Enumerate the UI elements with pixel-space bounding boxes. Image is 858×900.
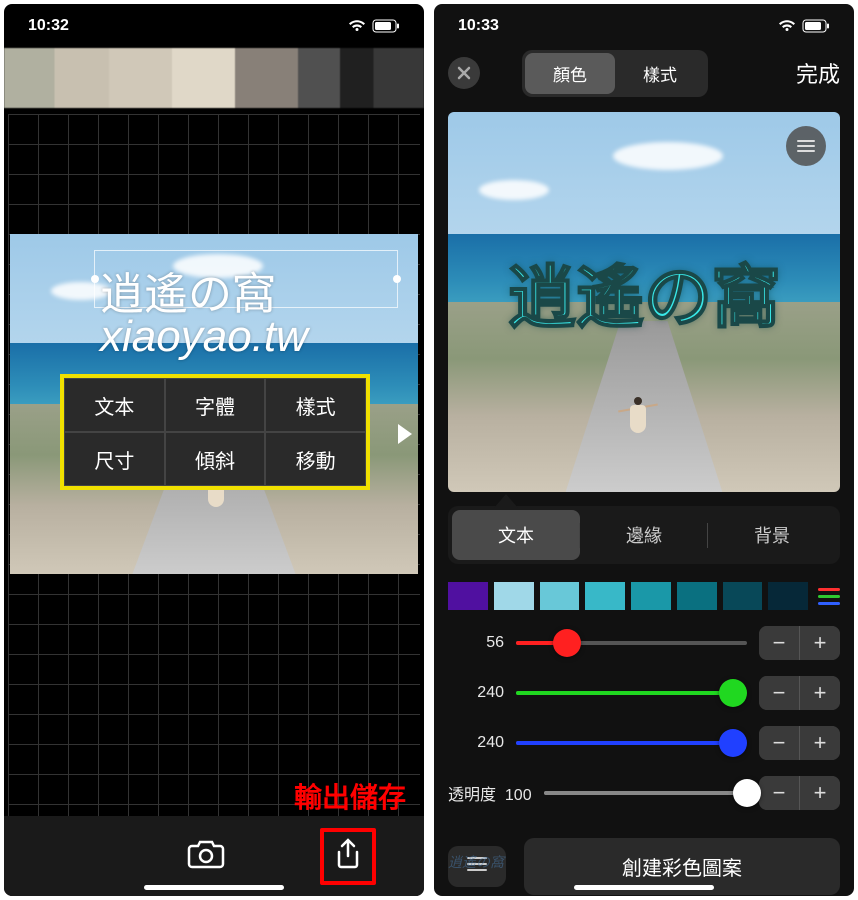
status-time: 10:33 (458, 17, 499, 35)
palette-line-r (818, 588, 840, 591)
palette-line-g (818, 595, 840, 598)
swatch-4[interactable] (631, 582, 671, 610)
tab-edge[interactable]: 邊緣 (580, 510, 708, 560)
next-arrow-icon[interactable] (398, 424, 412, 444)
wifi-icon (778, 19, 796, 33)
option-style[interactable]: 樣式 (265, 378, 366, 432)
stepper-red-plus[interactable]: + (800, 626, 840, 660)
palette-line-b (818, 602, 840, 605)
palette-more-button[interactable] (814, 588, 840, 605)
swatch-3[interactable] (585, 582, 625, 610)
camera-icon[interactable] (187, 838, 225, 875)
preview-text[interactable]: 逍遙の窩 (448, 242, 840, 341)
slider-green: 240 − + (434, 668, 854, 718)
close-button[interactable] (448, 57, 480, 89)
text-overlay-url[interactable]: xiaoyao.tw (100, 312, 308, 362)
close-icon (457, 66, 471, 80)
stepper-red-minus[interactable]: − (759, 626, 799, 660)
stepper-green: − + (759, 676, 840, 710)
swatch-1[interactable] (494, 582, 534, 610)
slider-alpha-track[interactable] (544, 779, 747, 807)
seg-style[interactable]: 樣式 (615, 53, 705, 94)
segment-control: 顏色 樣式 (522, 50, 708, 97)
slider-alpha: 透明度 100 − + (434, 768, 854, 818)
slider-red: 56 − + (434, 618, 854, 668)
stepper-green-plus[interactable]: + (800, 676, 840, 710)
swatch-6[interactable] (723, 582, 763, 610)
swatch-0[interactable] (448, 582, 488, 610)
home-indicator[interactable] (574, 885, 714, 890)
stepper-blue: − + (759, 726, 840, 760)
option-tilt[interactable]: 傾斜 (165, 432, 266, 486)
stepper-alpha: − + (759, 776, 840, 810)
option-font[interactable]: 字體 (165, 378, 266, 432)
swatch-2[interactable] (540, 582, 580, 610)
option-text[interactable]: 文本 (64, 378, 165, 432)
watermark-text: 逍遙の窩 (448, 852, 504, 872)
option-move[interactable]: 移動 (265, 432, 366, 486)
canvas-image[interactable]: 逍遙の窩 xiaoyao.tw 文本 字體 樣式 尺寸 傾斜 移動 (10, 234, 418, 574)
tab-text[interactable]: 文本 (452, 510, 580, 560)
share-button[interactable] (320, 828, 376, 885)
tab-background[interactable]: 背景 (708, 510, 836, 560)
top-bar: 顏色 樣式 完成 (434, 48, 854, 98)
swatch-7[interactable] (768, 582, 808, 610)
option-size[interactable]: 尺寸 (64, 432, 165, 486)
home-indicator[interactable] (144, 885, 284, 890)
export-annotation: 輸出儲存 (294, 776, 406, 816)
wifi-icon (348, 19, 366, 33)
slider-red-track[interactable] (516, 629, 747, 657)
swatch-5[interactable] (677, 582, 717, 610)
stepper-red: − + (759, 626, 840, 660)
status-bar: 10:33 (434, 4, 854, 48)
hamburger-icon (796, 139, 816, 153)
slider-green-track[interactable] (516, 679, 747, 707)
ad-banner (4, 48, 424, 108)
slider-alpha-label: 透明度 100 (448, 781, 532, 805)
stepper-blue-plus[interactable]: + (800, 726, 840, 760)
preview-image[interactable]: 逍遙の窩 (448, 112, 840, 492)
slider-green-value: 240 (448, 684, 504, 702)
battery-icon (372, 19, 400, 33)
slider-blue-track[interactable] (516, 729, 747, 757)
stepper-blue-minus[interactable]: − (759, 726, 799, 760)
slider-blue-value: 240 (448, 734, 504, 752)
bottom-toolbar (4, 816, 424, 896)
pointer-indicator-icon (494, 494, 518, 508)
status-time: 10:32 (28, 17, 69, 35)
status-bar: 10:32 (4, 4, 424, 48)
slider-red-value: 56 (448, 634, 504, 652)
preview-menu-button[interactable] (786, 126, 826, 166)
stepper-green-minus[interactable]: − (759, 676, 799, 710)
sub-tabs: 文本 邊緣 背景 (448, 506, 840, 564)
battery-icon (802, 19, 830, 33)
text-options-menu: 文本 字體 樣式 尺寸 傾斜 移動 (60, 374, 370, 490)
seg-color[interactable]: 顏色 (525, 53, 615, 94)
color-palette (448, 582, 840, 610)
left-screenshot: 10:32 逍遙の窩 xiaoyao.tw 文本 字體 樣式 尺寸 傾斜 移動 (4, 4, 424, 896)
right-screenshot: 10:33 顏色 樣式 完成 逍遙の窩 文本 (434, 4, 854, 896)
done-button[interactable]: 完成 (796, 57, 840, 89)
slider-blue: 240 − + (434, 718, 854, 768)
stepper-alpha-plus[interactable]: + (800, 776, 840, 810)
stepper-alpha-minus[interactable]: − (759, 776, 799, 810)
